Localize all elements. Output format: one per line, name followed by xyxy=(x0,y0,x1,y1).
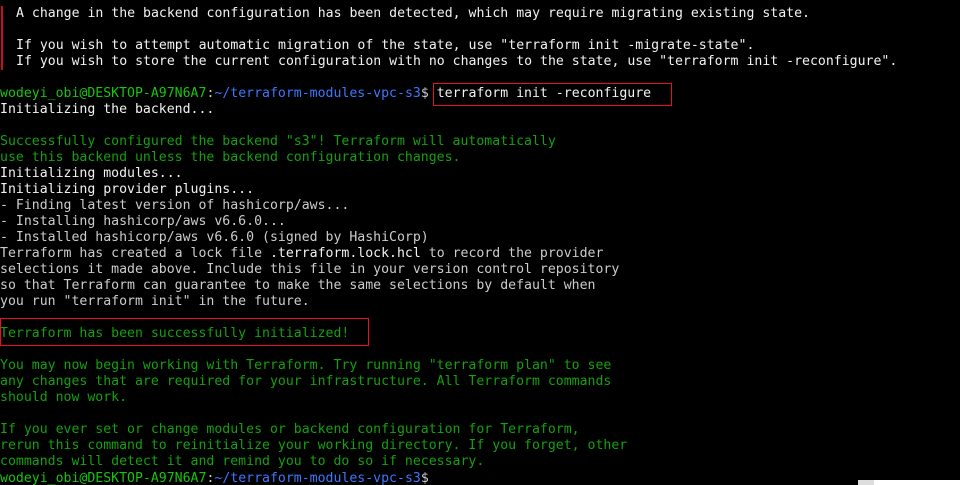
prompt-user-host: wodeyi_obi@DESKTOP-A97N6A7 xyxy=(0,86,207,101)
output-backend-success-2: use this backend unless the backend conf… xyxy=(0,150,461,165)
warning-text-1: A change in the backend configuration ha… xyxy=(16,6,810,21)
output-next-steps-3: should now work. xyxy=(0,390,128,405)
output-lock-file-2: selections it made above. Include this f… xyxy=(0,262,620,277)
prompt-user-host: wodeyi_obi@DESKTOP-A97N6A7 xyxy=(0,471,207,485)
lock-file-name: .terraform.lock.hcl xyxy=(269,246,421,261)
success-highlight-box xyxy=(0,318,369,346)
output-lock-file-1: Terraform has created a lock file .terra… xyxy=(0,246,603,262)
output-lock-file-3: so that Terraform can guarantee to make … xyxy=(0,278,596,293)
output-init-modules: Initializing modules... xyxy=(0,166,183,181)
scrollbar-tab-edge xyxy=(858,480,874,485)
output-installed-provider: - Installed hashicorp/aws v6.6.0 (signed… xyxy=(0,230,429,245)
command-highlight-box xyxy=(433,83,672,106)
warning-line-2: If you wish to attempt automatic migrati… xyxy=(1,38,754,54)
output-init-plugins: Initializing provider plugins... xyxy=(0,182,255,197)
warning-text-2: If you wish to attempt automatic migrati… xyxy=(16,38,755,53)
output-lock-file-4: you run "terraform init" in the future. xyxy=(0,294,310,309)
prompt-symbol: $ xyxy=(420,471,429,485)
output-next-steps-1: You may now begin working with Terraform… xyxy=(0,358,612,373)
cursor-caret xyxy=(429,470,437,484)
warning-line-3: If you wish to store the current configu… xyxy=(1,54,897,70)
lock-text-b: to record the provider xyxy=(420,246,604,261)
output-installing-provider: - Installing hashicorp/aws v6.6.0... xyxy=(0,214,286,229)
lock-text-a: Terraform has created a lock file xyxy=(0,246,270,261)
output-reinit-1: If you ever set or change modules or bac… xyxy=(0,422,580,437)
prompt-path: ~/terraform-modules-vpc-s3 xyxy=(214,86,421,101)
output-reinit-3: commands will detect it and remind you t… xyxy=(0,454,485,469)
prompt-line-2[interactable]: wodeyi_obi@DESKTOP-A97N6A7:~/terraform-m… xyxy=(0,470,437,485)
warning-line-blank xyxy=(1,22,16,38)
warning-text-3: If you wish to store the current configu… xyxy=(16,54,898,69)
output-backend-success-1: Successfully configured the backend "s3"… xyxy=(0,134,556,149)
output-next-steps-2: any changes that are required for your i… xyxy=(0,374,612,389)
output-init-backend: Initializing the backend... xyxy=(0,102,215,117)
output-reinit-2: rerun this command to reinitialize your … xyxy=(0,438,628,453)
terminal-window[interactable]: A change in the backend configuration ha… xyxy=(0,0,960,485)
prompt-symbol: $ xyxy=(420,86,429,101)
warning-line-1: A change in the backend configuration ha… xyxy=(1,6,810,22)
output-finding-provider: - Finding latest version of hashicorp/aw… xyxy=(0,198,350,213)
prompt-path: ~/terraform-modules-vpc-s3 xyxy=(214,471,421,485)
